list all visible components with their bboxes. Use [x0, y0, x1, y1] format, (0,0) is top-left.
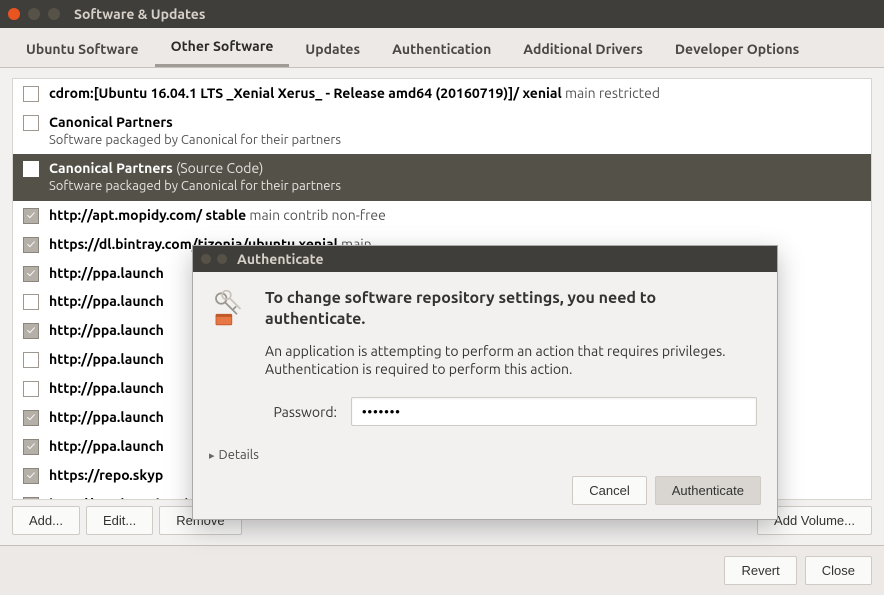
repo-text: Canonical Partners Software packaged by C…: [49, 113, 341, 149]
repo-checkbox[interactable]: [23, 208, 39, 224]
repo-text: http://ppa.launch: [49, 379, 164, 398]
window-title: Software & Updates: [74, 6, 205, 22]
repo-aux: (Source Code): [173, 160, 264, 176]
dialog-title: Authenticate: [237, 251, 324, 267]
tab-additional-drivers[interactable]: Additional Drivers: [507, 31, 659, 67]
repo-main: http://ppa.launch: [49, 351, 164, 367]
repo-text: http://ppa.launch: [49, 437, 164, 456]
repo-main: https://repo.skyp: [49, 467, 163, 483]
repo-row[interactable]: Canonical Partners Software packaged by C…: [13, 108, 871, 154]
repo-main: Canonical Partners: [49, 114, 173, 130]
tabbar: Ubuntu Software Other Software Updates A…: [0, 28, 884, 68]
repo-aux: main contrib non-free: [246, 207, 386, 223]
close-button[interactable]: Close: [805, 556, 872, 585]
repo-text: https://repo.skyp: [49, 466, 163, 485]
authenticate-dialog: Authenticate To change software reposito…: [192, 245, 778, 520]
tab-developer-options[interactable]: Developer Options: [659, 31, 815, 67]
repo-checkbox[interactable]: [23, 410, 39, 426]
repo-checkbox[interactable]: [23, 294, 39, 310]
dialog-actions: Cancel Authenticate: [193, 468, 777, 519]
authenticate-button[interactable]: Authenticate: [655, 476, 761, 505]
tab-other-software[interactable]: Other Software: [155, 28, 290, 67]
minimize-icon[interactable]: [28, 8, 40, 20]
bottom-bar: Revert Close: [0, 545, 884, 595]
password-row: Password:: [265, 397, 757, 426]
repo-row[interactable]: http://apt.mopidy.com/ stable main contr…: [13, 201, 871, 230]
repo-checkbox[interactable]: [23, 161, 39, 177]
repo-checkbox[interactable]: [23, 439, 39, 455]
repo-text: Canonical Partners (Source Code) Software…: [49, 159, 341, 195]
dialog-titlebar: Authenticate: [193, 246, 777, 272]
repo-main: http://ppa.launch: [49, 265, 164, 281]
repo-checkbox[interactable]: [23, 115, 39, 131]
repo-text: http://ppa.launch: [49, 292, 164, 311]
repo-text: http://ppa.launch: [49, 264, 164, 283]
repo-text: http://ppa.launch: [49, 321, 164, 340]
repo-main: http://ppa.launch: [49, 322, 164, 338]
dialog-main: To change software repository settings, …: [265, 288, 757, 434]
close-icon[interactable]: [8, 8, 20, 20]
repo-main: cdrom:[Ubuntu 16.04.1 LTS _Xenial Xerus_…: [49, 85, 562, 101]
repo-subtitle: Software packaged by Canonical for their…: [49, 132, 341, 150]
dialog-heading: To change software repository settings, …: [265, 288, 757, 330]
details-label: Details: [219, 448, 259, 462]
repo-text: cdrom:[Ubuntu 16.04.1 LTS _Xenial Xerus_…: [49, 84, 660, 103]
repo-aux: main restricted: [562, 85, 660, 101]
repo-text: http://ppa.launch: [49, 350, 164, 369]
repo-text: http://apt.mopidy.com/ stable main contr…: [49, 206, 386, 225]
password-input[interactable]: [351, 397, 757, 426]
repo-main: http://ppa.launch: [49, 438, 164, 454]
window-controls: [8, 8, 60, 20]
maximize-icon[interactable]: [48, 8, 60, 20]
tab-ubuntu-software[interactable]: Ubuntu Software: [10, 31, 155, 67]
cancel-button[interactable]: Cancel: [572, 476, 646, 505]
repo-row[interactable]: cdrom:[Ubuntu 16.04.1 LTS _Xenial Xerus_…: [13, 79, 871, 108]
dialog-description: An application is attempting to perform …: [265, 342, 757, 380]
tab-authentication[interactable]: Authentication: [376, 31, 507, 67]
password-label: Password:: [265, 404, 337, 420]
repo-text: http://ppa.launch: [49, 408, 164, 427]
repo-main: Canonical Partners: [49, 160, 173, 176]
tab-updates[interactable]: Updates: [289, 31, 376, 67]
repo-checkbox[interactable]: [23, 237, 39, 253]
add-button[interactable]: Add...: [12, 506, 80, 535]
repo-main: http://apt.mopidy.com/ stable: [49, 207, 246, 223]
repo-subtitle: Software packaged by Canonical for their…: [49, 178, 341, 196]
repo-checkbox[interactable]: [23, 323, 39, 339]
repo-row[interactable]: Canonical Partners (Source Code) Software…: [13, 154, 871, 200]
repo-checkbox[interactable]: [23, 381, 39, 397]
details-expander[interactable]: Details: [193, 444, 777, 468]
dialog-min-icon[interactable]: [217, 254, 227, 264]
dialog-body: To change software repository settings, …: [193, 272, 777, 444]
revert-button[interactable]: Revert: [724, 556, 796, 585]
repo-checkbox[interactable]: [23, 468, 39, 484]
repo-checkbox[interactable]: [23, 352, 39, 368]
keys-icon: [209, 288, 251, 434]
repo-main: http://ppa.launch: [49, 293, 164, 309]
dialog-close-icon[interactable]: [201, 254, 211, 264]
repo-main: http://ppa.launch: [49, 380, 164, 396]
titlebar: Software & Updates: [0, 0, 884, 28]
edit-button[interactable]: Edit...: [86, 506, 153, 535]
repo-checkbox[interactable]: [23, 266, 39, 282]
repo-checkbox[interactable]: [23, 86, 39, 102]
repo-main: http://ppa.launch: [49, 409, 164, 425]
